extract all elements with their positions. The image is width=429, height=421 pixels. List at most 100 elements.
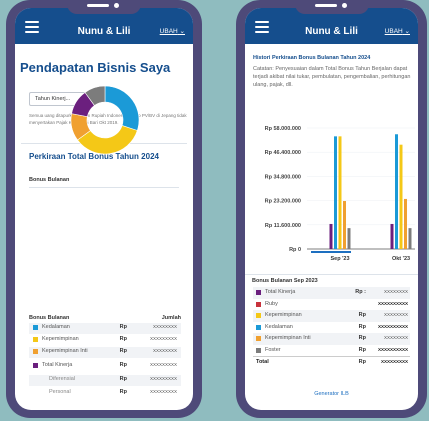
x-tick-label: Okt '23 bbox=[392, 256, 410, 262]
table-row: Personal Rp XXXXXXXXX bbox=[29, 388, 181, 399]
legend-swatch bbox=[33, 363, 38, 368]
row-currency: Rp : bbox=[355, 289, 366, 295]
bar[interactable] bbox=[343, 201, 346, 249]
row-value: XXXXXXXXXX bbox=[377, 346, 408, 352]
col-amount-header: Jumlah bbox=[161, 315, 181, 321]
table-row: Diferensial Rp XXXXXXXXX bbox=[29, 375, 181, 386]
generator-link[interactable]: Generator ILB bbox=[245, 391, 418, 397]
row-currency: Rp bbox=[119, 362, 127, 368]
month-bonus-table: Total Kinerja Rp : XXXXXXXX Ruby XXXXXXXXXX K… bbox=[253, 287, 410, 368]
bar[interactable] bbox=[338, 136, 342, 249]
row-currency: Rp bbox=[358, 335, 366, 341]
table-header: Bonus Bulanan Jumlah bbox=[29, 315, 181, 321]
row-currency: Rp bbox=[119, 348, 127, 354]
row-currency: Rp bbox=[119, 324, 127, 330]
row-label: Total Kinerja bbox=[42, 362, 73, 368]
row-label: Diferensial bbox=[49, 376, 75, 382]
row-label: Foster bbox=[265, 346, 281, 353]
user-menu[interactable]: UBAH ⌄ bbox=[160, 27, 185, 35]
row-label: Kepemimpinan Inti bbox=[265, 335, 311, 341]
y-tick-label: Rp 11.600.000 bbox=[265, 223, 301, 229]
divider bbox=[245, 274, 418, 275]
user-menu[interactable]: UBAH ⌄ bbox=[385, 27, 410, 35]
legend-swatch bbox=[33, 337, 38, 342]
row-currency: Rp bbox=[358, 312, 366, 318]
y-tick-label: Rp 46.400.000 bbox=[265, 150, 301, 156]
table-row: Kepemimpinan Inti Rp XXXXXXXX bbox=[253, 333, 410, 345]
x-tick-label: Sep '23 bbox=[330, 256, 349, 262]
row-value: XXXXXXXXX bbox=[149, 389, 177, 394]
phone-notch bbox=[67, 0, 141, 14]
history-bar-chart: Rp 58.000.000 Rp 46.400.000 Rp 34.800.000 R… bbox=[265, 126, 415, 262]
y-tick-label: Rp 0 bbox=[289, 247, 301, 253]
legend-swatch bbox=[33, 349, 38, 354]
phone-right: Nunu & Lili UBAH ⌄ Histori Perkiraan Bon… bbox=[236, 0, 427, 418]
page-title: Pendapatan Bisnis Saya bbox=[20, 60, 171, 75]
legend-swatch bbox=[256, 324, 261, 330]
row-label: Personal bbox=[49, 389, 71, 395]
selected-month-indicator bbox=[311, 251, 351, 253]
history-title: Histori Perkiraan Bonus Bulanan Tahun 20… bbox=[253, 55, 371, 61]
total-row: Total Rp XXXXXXXXX bbox=[253, 356, 410, 368]
total-label: Total bbox=[256, 359, 269, 365]
legend-swatch bbox=[33, 325, 38, 330]
row-value: XXXXXXXXX bbox=[149, 336, 177, 341]
total-value: XXXXXXXXX bbox=[380, 359, 408, 364]
bar[interactable] bbox=[408, 228, 412, 249]
table-row: Kepemimpinan Rp XXXXXXXXX bbox=[29, 335, 181, 346]
bar[interactable] bbox=[329, 223, 333, 249]
total-currency: Rp bbox=[358, 359, 366, 365]
phone-left: Nunu & Lili UBAH ⌄ Pendapatan Bisnis Say… bbox=[6, 0, 202, 418]
row-currency: Rp bbox=[119, 389, 127, 395]
row-value: XXXXXXXXXX bbox=[377, 300, 408, 306]
row-label: Kedalaman bbox=[42, 324, 70, 330]
row-label: Ruby bbox=[265, 300, 278, 307]
history-note: Catatan: Penyesuaian dalam Total Bonus T… bbox=[253, 66, 411, 88]
user-name: UBAH bbox=[384, 28, 403, 35]
table-row: Kepemimpinan Rp XXXXXXXX bbox=[253, 310, 410, 322]
screen-right: Nunu & Lili UBAH ⌄ Histori Perkiraan Bon… bbox=[245, 8, 418, 410]
row-label: Kepemimpinan Inti bbox=[42, 348, 88, 354]
y-tick-label: Rp 23.200.000 bbox=[265, 199, 301, 205]
bar[interactable] bbox=[399, 144, 403, 249]
legend-swatch bbox=[256, 301, 261, 307]
legend-swatch bbox=[256, 347, 261, 353]
row-currency: Rp bbox=[119, 376, 127, 382]
bar[interactable] bbox=[404, 198, 407, 249]
legend-swatch bbox=[256, 313, 261, 318]
bar[interactable] bbox=[390, 223, 394, 249]
row-value: XXXXXXXX bbox=[383, 289, 408, 294]
bar[interactable] bbox=[347, 228, 351, 249]
table-row: Ruby XXXXXXXXXX bbox=[253, 299, 410, 311]
card-subtitle: Bonus Bulanan bbox=[29, 177, 70, 183]
legend-swatch bbox=[256, 336, 261, 341]
chevron-down-icon: ⌄ bbox=[179, 28, 185, 35]
month-panel-title: Bonus Bulanan Sep 2023 bbox=[252, 278, 318, 284]
row-currency: Rp bbox=[358, 346, 366, 353]
bar[interactable] bbox=[395, 134, 398, 249]
row-currency: Rp bbox=[358, 323, 366, 330]
row-value: XXXXXXXXX bbox=[149, 376, 177, 381]
y-tick-label: Rp 58.000.000 bbox=[265, 126, 301, 132]
row-label: Total Kinerja bbox=[265, 289, 296, 295]
row-value: XXXXXXXXX bbox=[149, 362, 177, 367]
table-row: Kedalaman Rp XXXXXXXX bbox=[29, 323, 181, 334]
year-select-value: Tahun Kinerj... bbox=[35, 96, 71, 102]
screen-left: Nunu & Lili UBAH ⌄ Pendapatan Bisnis Say… bbox=[15, 8, 193, 410]
col-bonus-header: Bonus Bulanan bbox=[29, 315, 70, 321]
row-value: XXXXXXXX bbox=[152, 324, 177, 329]
phone-notch bbox=[294, 0, 369, 14]
row-label: Kepemimpinan bbox=[265, 312, 302, 318]
bar[interactable] bbox=[334, 136, 337, 249]
row-currency: Rp bbox=[119, 336, 127, 342]
row-label: Kepemimpinan bbox=[42, 336, 79, 342]
table-row: Total Kinerja Rp XXXXXXXXX bbox=[29, 361, 181, 372]
bonus-donut-chart bbox=[70, 85, 140, 155]
row-value: XXXXXXXXXX bbox=[377, 323, 408, 329]
row-value: XXXXXXXX bbox=[383, 335, 408, 340]
user-name: UBAH bbox=[159, 28, 178, 35]
row-value: XXXXXXXX bbox=[383, 312, 408, 317]
row-value: XXXXXXXX bbox=[152, 348, 177, 353]
table-row: Kedalaman Rp XXXXXXXXXX bbox=[253, 322, 410, 334]
row-label: Kedalaman bbox=[265, 323, 293, 330]
